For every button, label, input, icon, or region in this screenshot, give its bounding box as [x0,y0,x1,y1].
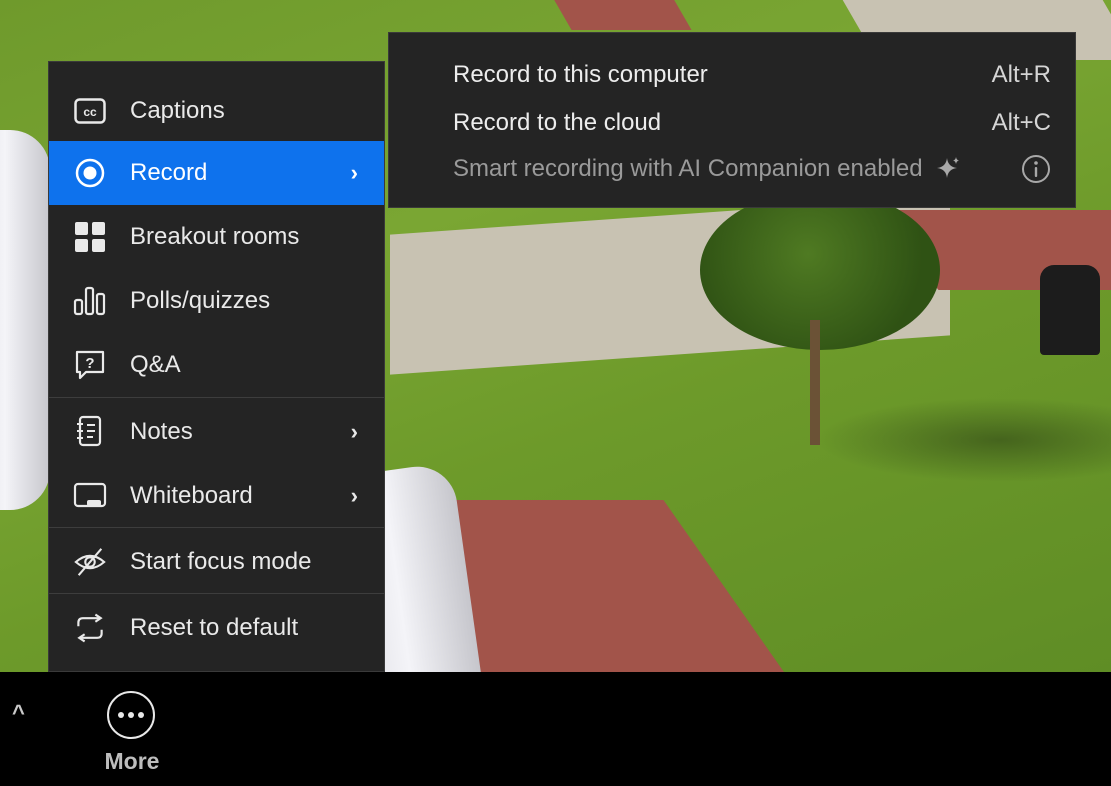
svg-text:?: ? [85,355,94,372]
more-button[interactable]: More [96,688,170,782]
menu-item-label: Reset to default [130,614,299,641]
smart-recording[interactable]: Smart recording with AI Companion enable… [453,149,1051,189]
qa-icon: ? [73,348,107,382]
menu-item-breakout-rooms[interactable]: Breakout rooms [49,205,384,269]
menu-item-notes[interactable]: Notes › [49,400,384,464]
menu-item-label: Whiteboard [130,482,253,509]
submenu-item-label: Record to this computer [453,61,708,88]
record-icon [73,156,107,190]
more-label: More [104,748,160,774]
captions-icon: cc [73,94,107,128]
menu-item-label: Polls/quizzes [130,287,271,314]
menu-item-label: Breakout rooms [130,223,300,250]
menu-item-reset[interactable]: Reset to default [49,596,384,660]
chevron-right-icon: › [350,483,358,508]
menu-item-label: Start focus mode [130,548,312,575]
info-icon[interactable] [1021,154,1051,184]
menu-item-qa[interactable]: ? Q&A [49,333,384,397]
shortcut-label: Alt+R [991,61,1051,88]
sparkle-icon [935,156,961,182]
menu-item-focus-mode[interactable]: Start focus mode [49,530,384,594]
menu-item-captions[interactable]: cc Captions [49,79,384,143]
menu-divider [49,527,384,528]
menu-item-label: Q&A [130,351,181,378]
focus-mode-icon [73,545,107,579]
record-submenu: Record to this computer Alt+R Record to … [388,32,1076,208]
ellipsis-icon [107,691,155,739]
trash-bin [1040,265,1100,355]
record-to-computer[interactable]: Record to this computer Alt+R [453,55,1051,95]
chevron-right-icon: › [350,419,358,444]
tree-trunk [810,320,820,445]
submenu-item-label: Smart recording with AI Companion enable… [453,155,923,182]
menu-divider [49,593,384,594]
menu-item-label: Record [130,159,208,186]
menu-item-record[interactable]: Record › [49,141,384,205]
whiteboard-icon [73,479,107,513]
expand-caret-icon[interactable]: ^ [12,700,25,726]
shortcut-label: Alt+C [991,109,1051,136]
sculpture [0,130,50,510]
breakout-rooms-icon [73,220,107,254]
submenu-item-label: Record to the cloud [453,109,662,136]
notes-icon [73,415,107,449]
reset-icon [73,611,107,645]
svg-text:cc: cc [83,105,97,119]
menu-item-whiteboard[interactable]: Whiteboard › [49,464,384,528]
menu-item-label: Captions [130,97,225,124]
record-to-cloud[interactable]: Record to the cloud Alt+C [453,103,1051,143]
brick-path [548,0,692,30]
tree [700,190,940,350]
chevron-right-icon: › [350,160,358,185]
menu-divider [49,397,384,398]
menu-item-polls[interactable]: Polls/quizzes [49,269,384,333]
menu-item-label: Notes [130,418,193,445]
more-menu: cc Captions Record › Breakout rooms Poll… [48,61,385,672]
polls-icon [73,284,107,318]
